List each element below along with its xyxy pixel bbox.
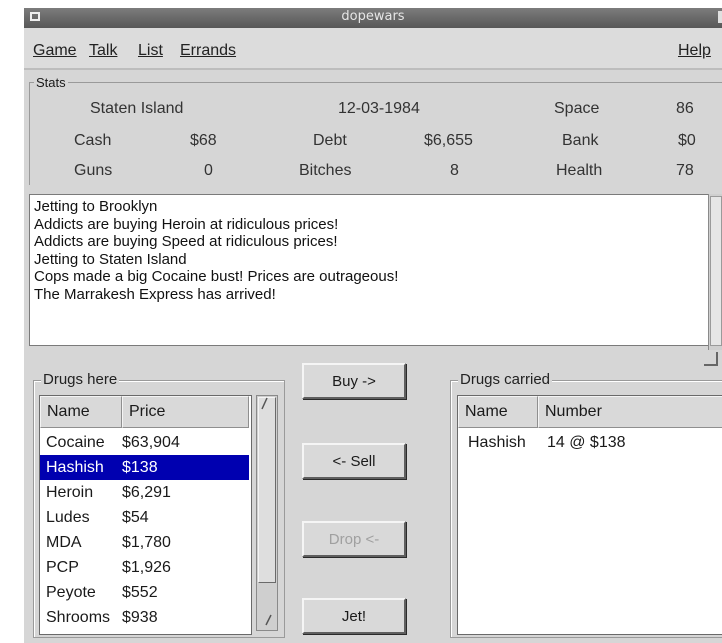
- resize-grip-icon[interactable]: [704, 352, 718, 366]
- drug-name: Shrooms: [46, 609, 111, 626]
- drug-name: MDA: [46, 534, 82, 551]
- drug-price: $1,926: [122, 559, 171, 576]
- jet-button-label: Jet!: [341, 607, 367, 625]
- title-bar[interactable]: dopewars: [24, 8, 722, 29]
- stat-location: Staten Island: [90, 100, 184, 117]
- drug-name: Cocaine: [46, 434, 105, 451]
- drugs-here-legend: Drugs here: [41, 371, 120, 388]
- drug-price: $1,780: [122, 534, 171, 551]
- buy-button[interactable]: Buy ->: [302, 363, 406, 399]
- menu-errands[interactable]: Errands: [180, 42, 236, 60]
- stat-space-label: Space: [554, 100, 600, 117]
- drug-row-pcp[interactable]: PCP $1,926: [40, 555, 249, 580]
- stat-guns-value: 0: [204, 162, 213, 179]
- drug-name: Peyote: [46, 584, 96, 601]
- menu-bar: Game Talk List Errands Help: [24, 28, 722, 70]
- drug-name: PCP: [46, 559, 79, 576]
- stat-cash-value: $68: [190, 132, 217, 149]
- col-header-name[interactable]: Name: [40, 396, 122, 428]
- drug-row-heroin[interactable]: Heroin $6,291: [40, 480, 249, 505]
- col-header-name[interactable]: Name: [458, 396, 538, 428]
- drug-price: $938: [122, 609, 158, 626]
- menu-talk-label: Talk: [89, 42, 118, 59]
- stat-bank-value: $0: [678, 132, 696, 149]
- carried-name: Hashish: [468, 434, 526, 451]
- menu-errands-label: Errands: [180, 42, 237, 59]
- menu-game[interactable]: Game: [33, 42, 77, 60]
- message-line: Jetting to Staten Island: [34, 250, 187, 268]
- menu-list-label: List: [138, 42, 163, 59]
- menu-list[interactable]: List: [138, 42, 163, 60]
- drug-row-ludes[interactable]: Ludes $54: [40, 505, 249, 530]
- drug-price: $6,291: [122, 484, 171, 501]
- drug-price: $552: [122, 584, 158, 601]
- drop-button-label: Drop <-: [328, 530, 380, 548]
- message-line: Addicts are buying Heroin at ridiculous …: [34, 215, 339, 233]
- sell-button[interactable]: <- Sell: [302, 443, 406, 479]
- window-title: dopewars: [341, 9, 405, 24]
- drug-name: Heroin: [46, 484, 94, 501]
- drug-price: $138: [122, 459, 158, 476]
- menu-help-label: Help: [678, 42, 711, 59]
- message-scrollbar-thumb[interactable]: [710, 196, 722, 346]
- drug-row-hashish[interactable]: Hashish $138: [40, 455, 249, 480]
- stat-bitches-label: Bitches: [299, 162, 352, 179]
- carried-number: 14 @ $138: [547, 434, 626, 451]
- stat-space-value: 86: [676, 100, 694, 117]
- drug-row-mda[interactable]: MDA $1,780: [40, 530, 249, 555]
- col-header-price[interactable]: Price: [122, 396, 249, 428]
- message-line: The Marrakesh Express has arrived!: [34, 285, 276, 303]
- sell-button-label: <- Sell: [332, 452, 376, 470]
- stat-health-label: Health: [556, 162, 603, 179]
- drugs-carried-list[interactable]: Name Number Hashish 14 @ $138: [457, 395, 722, 635]
- drop-button[interactable]: Drop <-: [302, 521, 406, 557]
- stat-debt-value: $6,655: [424, 132, 473, 149]
- drug-row-cocaine[interactable]: Cocaine $63,904: [40, 430, 249, 455]
- drugs-carried-legend: Drugs carried: [458, 371, 553, 388]
- menu-help[interactable]: Help: [678, 42, 711, 60]
- drug-price: $63,904: [122, 434, 180, 451]
- stat-bitches-value: 8: [450, 162, 459, 179]
- menu-game-label: Game: [33, 42, 77, 59]
- scroll-slant-icon: [261, 397, 272, 626]
- drug-name: Ludes: [46, 509, 90, 526]
- stats-frame: [29, 82, 722, 185]
- message-line: Jetting to Brooklyn: [34, 198, 158, 215]
- drug-price: $54: [122, 509, 149, 526]
- drugs-here-list[interactable]: Name Price Cocaine $63,904 Hashish $138 He…: [39, 395, 252, 635]
- menu-talk[interactable]: Talk: [89, 42, 117, 60]
- drug-name: Hashish: [46, 459, 104, 476]
- message-log[interactable]: Jetting to Brooklyn Addicts are buying H…: [29, 194, 708, 346]
- message-line: Cops made a big Cocaine bust! Prices are…: [34, 268, 399, 285]
- stat-health-value: 78: [676, 162, 694, 179]
- message-line: Addicts are buying Speed at ridiculous p…: [34, 233, 338, 250]
- stat-bank-label: Bank: [562, 132, 599, 149]
- stat-debt-label: Debt: [313, 132, 347, 149]
- drug-row-shrooms[interactable]: Shrooms $938: [40, 605, 249, 630]
- jet-button[interactable]: Jet!: [302, 598, 406, 634]
- window-close-icon[interactable]: [718, 11, 722, 23]
- buy-button-label: Buy ->: [332, 372, 376, 390]
- drug-row-peyote[interactable]: Peyote $552: [40, 580, 249, 605]
- stat-date: 12-03-1984: [338, 100, 420, 117]
- stat-guns-label: Guns: [74, 162, 113, 179]
- stat-cash-label: Cash: [74, 132, 112, 149]
- carried-row-hashish[interactable]: Hashish 14 @ $138: [458, 430, 722, 455]
- stats-legend: Stats: [34, 75, 68, 90]
- col-header-number[interactable]: Number: [538, 396, 722, 428]
